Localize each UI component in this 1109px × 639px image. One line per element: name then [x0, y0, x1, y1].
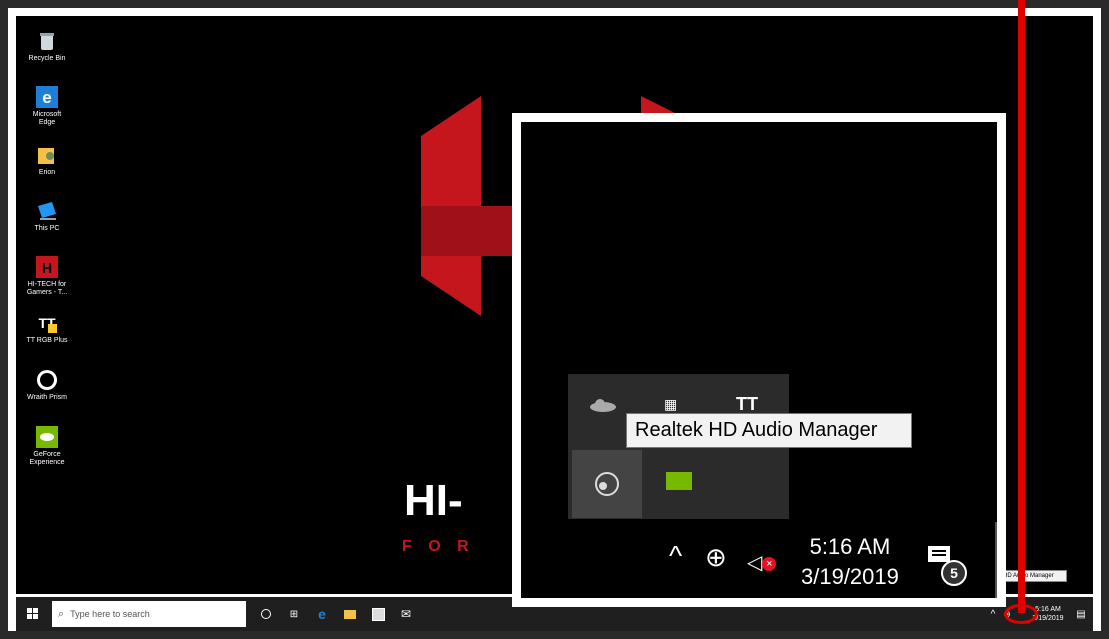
muted-x-icon: × — [762, 556, 777, 571]
desktop-icon-label: GeForce Experience — [29, 451, 65, 466]
desktop-icon-tt-rgb[interactable]: TT TT RGB Plus — [16, 312, 78, 345]
desktop-icon-geforce[interactable]: GeForce Experience — [16, 426, 78, 467]
desktop-icon-this-pc[interactable]: This PC — [16, 200, 78, 233]
realtek-tooltip: Realtek HD Audio Manager — [626, 413, 912, 448]
desktop-icon-label: TT RGB Plus — [26, 337, 68, 344]
tt-tray-icon[interactable]: TT — [736, 394, 758, 415]
zoom-divider — [995, 522, 997, 598]
notification-count-badge: 5 — [941, 560, 967, 586]
nvidia-tray-icon[interactable] — [666, 472, 692, 490]
desktop-icon-label: Recycle Bin — [28, 55, 66, 62]
zoom-clock-date: 3/19/2019 — [801, 564, 899, 589]
taskbar-mail[interactable]: ✉ — [392, 597, 420, 631]
edge-icon: e — [36, 86, 58, 108]
zoom-chevron-up-icon[interactable]: ^ — [669, 540, 682, 572]
taskbar-edge[interactable]: e — [308, 597, 336, 631]
notification-icon: ▤ — [1076, 608, 1086, 620]
realtek-audio-icon[interactable] — [572, 450, 642, 518]
desktop-icon-edge[interactable]: e Microsoft Edge — [16, 86, 78, 127]
zoom-clock-time: 5:16 AM — [809, 534, 891, 559]
svg-text:H: H — [42, 260, 52, 276]
tray-tooltip: HD Audio Manager — [1000, 570, 1067, 582]
wallpaper-logo-sub: F O R — [402, 538, 475, 555]
folder-icon — [344, 609, 356, 619]
store-bag-icon — [371, 607, 385, 621]
zoom-inset-content: ▦ TT Realtek HD Audio Manager ^ ⊕ ◁ × 5:1… — [521, 122, 997, 598]
desktop-icon-label: Microsoft Edge — [32, 111, 62, 126]
action-center-button[interactable]: ▤ — [1070, 597, 1092, 631]
desktop-icon-wraith[interactable]: Wraith Prism — [16, 369, 78, 402]
circle-icon — [261, 609, 271, 619]
zoom-action-center[interactable]: 5 — [925, 542, 967, 586]
clock-time: 5:16 AM — [1035, 606, 1061, 613]
geforce-icon — [36, 426, 58, 448]
desktop-icon-user[interactable]: Erion — [16, 144, 78, 177]
zoom-inset: ▦ TT Realtek HD Audio Manager ^ ⊕ ◁ × 5:1… — [512, 113, 1006, 607]
search-placeholder: Type here to search — [70, 609, 150, 619]
search-icon: ⌕ — [58, 607, 65, 620]
recycle-bin-icon — [36, 30, 58, 52]
desktop-icon-recycle-bin[interactable]: Recycle Bin — [16, 30, 78, 63]
hitech-icon: H — [36, 256, 58, 278]
zoom-network-icon[interactable]: ⊕ — [705, 542, 727, 573]
zoom-volume-muted-icon[interactable]: ◁ × — [747, 550, 777, 575]
chevron-up-icon: ^ — [990, 608, 996, 620]
tt-rgb-icon: TT — [36, 312, 58, 334]
callout-ring — [1004, 604, 1038, 624]
taskbar-file-explorer[interactable] — [336, 597, 364, 631]
desktop-icon-label: Wraith Prism — [27, 394, 67, 401]
desktop-icon-label: Erion — [38, 169, 56, 176]
cooler-master-icon — [36, 369, 58, 391]
start-button[interactable] — [16, 597, 50, 631]
onedrive-icon[interactable] — [588, 398, 618, 412]
user-folder-icon — [36, 144, 58, 166]
search-box[interactable]: ⌕ Type here to search — [52, 601, 246, 627]
battery-box-icon[interactable]: ▦ — [664, 396, 688, 412]
computer-icon — [36, 200, 58, 222]
wallpaper-logo-main: HI- — [404, 476, 463, 525]
taskbar-store[interactable] — [364, 597, 392, 631]
cortana-button[interactable] — [252, 597, 280, 631]
task-view-button[interactable]: ⊞ — [280, 597, 308, 631]
svg-text:e: e — [42, 88, 51, 107]
task-view-icon: ⊞ — [289, 608, 299, 620]
mail-icon: ✉ — [400, 607, 412, 621]
desktop-icon-label: HI-TECH for Gamers - T... — [26, 281, 68, 296]
desktop-icon-label: This PC — [34, 225, 60, 232]
wallpaper-logo-text: HI- — [404, 476, 463, 526]
desktop-icon-hitech[interactable]: H HI-TECH for Gamers - T... — [16, 256, 78, 297]
callout-line — [1018, 0, 1025, 613]
windows-icon — [27, 608, 38, 619]
zoom-clock[interactable]: 5:16 AM 3/19/2019 — [801, 532, 899, 592]
edge-icon: e — [318, 606, 326, 622]
